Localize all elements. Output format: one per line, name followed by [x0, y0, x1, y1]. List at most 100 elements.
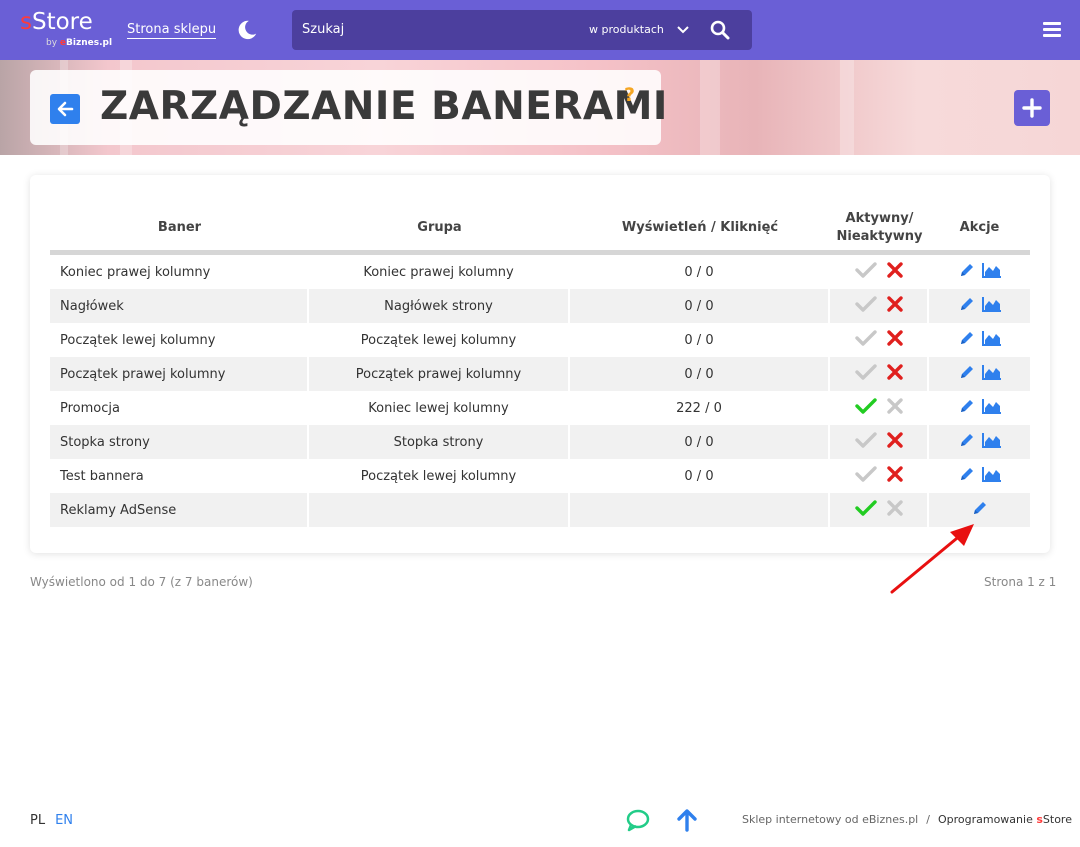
- pencil-icon[interactable]: [958, 295, 976, 313]
- annotation-arrow-icon: [890, 524, 974, 594]
- top-navbar: sStore by eBiznes.pl Strona sklepu Szuka…: [0, 0, 1080, 60]
- banner-actions-cell: [929, 357, 1030, 391]
- search-input[interactable]: Szukaj: [302, 22, 344, 37]
- table-row[interactable]: Początek prawej kolumny Początek prawej k…: [50, 357, 1030, 391]
- row-actions: [958, 295, 1002, 313]
- x-icon[interactable]: [886, 330, 903, 346]
- banner-group-cell: Początek lewej kolumny: [309, 459, 570, 493]
- x-icon[interactable]: [886, 364, 903, 380]
- table-row[interactable]: Promocja Koniec lewej kolumny 222 / 0: [50, 391, 1030, 425]
- banner-actions-cell: [929, 459, 1030, 493]
- banner-status-cell: [830, 357, 929, 391]
- row-actions: [958, 329, 1002, 347]
- table-row[interactable]: Koniec prawej kolumny Koniec prawej kolum…: [50, 255, 1030, 289]
- help-icon[interactable]: ?: [624, 84, 635, 106]
- pencil-icon[interactable]: [958, 261, 976, 279]
- banners-table: Baner Grupa Wyświetleń / Kliknięć Aktywn…: [50, 205, 1030, 527]
- x-icon[interactable]: [886, 398, 903, 414]
- x-icon[interactable]: [886, 466, 903, 482]
- status-toggle[interactable]: [854, 465, 903, 483]
- banner-group-cell: Stopka strony: [309, 425, 570, 459]
- pencil-icon[interactable]: [958, 329, 976, 347]
- pencil-icon[interactable]: [958, 431, 976, 449]
- check-icon[interactable]: [854, 465, 877, 483]
- search-scope-select[interactable]: w produktach: [589, 23, 664, 36]
- column-header-actions: Akcje: [929, 205, 1030, 255]
- row-actions: [971, 499, 989, 517]
- lang-en-link[interactable]: EN: [55, 813, 73, 828]
- status-toggle[interactable]: [854, 431, 903, 449]
- banner-name-cell: Koniec prawej kolumny: [50, 255, 309, 289]
- language-switcher: PL EN: [30, 813, 73, 828]
- table-body: Koniec prawej kolumny Koniec prawej kolum…: [50, 255, 1030, 527]
- x-icon[interactable]: [886, 262, 903, 278]
- table-row[interactable]: Stopka strony Stopka strony 0 / 0: [50, 425, 1030, 459]
- lang-pl-link[interactable]: PL: [30, 813, 45, 828]
- banner-stats-cell: 0 / 0: [570, 289, 830, 323]
- column-header-banner[interactable]: Baner: [50, 205, 309, 255]
- table-row[interactable]: Nagłówek Nagłówek strony 0 / 0: [50, 289, 1030, 323]
- pencil-icon[interactable]: [971, 499, 989, 517]
- table-row[interactable]: Początek lewej kolumny Początek lewej kol…: [50, 323, 1030, 357]
- title-card: ZARZĄDZANIE BANERAMI: [30, 70, 667, 145]
- banner-name-cell: Promocja: [50, 391, 309, 425]
- credit-ebiznes-link[interactable]: Sklep internetowy od eBiznes.pl: [742, 813, 918, 826]
- arrow-up-icon[interactable]: [675, 808, 699, 832]
- check-icon[interactable]: [854, 329, 877, 347]
- check-icon[interactable]: [854, 295, 877, 313]
- banner-actions-cell: [929, 425, 1030, 459]
- back-button[interactable]: [50, 94, 80, 124]
- x-icon[interactable]: [886, 296, 903, 312]
- banner-group-cell: Początek prawej kolumny: [309, 357, 570, 391]
- logo-store: Store: [31, 9, 93, 35]
- shop-frontend-link[interactable]: Strona sklepu: [127, 22, 217, 39]
- column-header-views-clicks[interactable]: Wyświetleń / Kliknięć: [570, 205, 830, 255]
- pencil-icon[interactable]: [958, 465, 976, 483]
- check-icon[interactable]: [854, 363, 877, 381]
- x-icon[interactable]: [886, 432, 903, 448]
- banner-status-cell: [830, 289, 929, 323]
- credit-sstore-link[interactable]: Oprogramowanie sStore: [938, 813, 1072, 826]
- status-toggle[interactable]: [854, 261, 903, 279]
- banners-card: Baner Grupa Wyświetleń / Kliknięć Aktywn…: [30, 175, 1050, 553]
- check-icon[interactable]: [854, 261, 877, 279]
- area-chart-icon[interactable]: [981, 398, 1002, 414]
- area-chart-icon[interactable]: [981, 432, 1002, 448]
- banner-status-cell: [830, 391, 929, 425]
- area-chart-icon[interactable]: [981, 466, 1002, 482]
- pencil-icon[interactable]: [958, 363, 976, 381]
- banner-status-cell: [830, 323, 929, 357]
- area-chart-icon[interactable]: [981, 296, 1002, 312]
- check-icon[interactable]: [854, 431, 877, 449]
- search-icon[interactable]: [710, 20, 730, 40]
- column-header-active[interactable]: Aktywny/Nieaktywny: [830, 205, 929, 255]
- hamburger-menu-icon[interactable]: [1043, 22, 1061, 38]
- status-toggle[interactable]: [854, 295, 903, 313]
- area-chart-icon[interactable]: [981, 330, 1002, 346]
- status-toggle[interactable]: [854, 499, 903, 517]
- check-icon[interactable]: [854, 397, 877, 415]
- status-toggle[interactable]: [854, 329, 903, 347]
- banner-group-cell: Początek lewej kolumny: [309, 323, 570, 357]
- logo-by: by: [46, 38, 58, 48]
- banner-name-cell: Reklamy AdSense: [50, 493, 309, 527]
- area-chart-icon[interactable]: [981, 262, 1002, 278]
- banner-group-cell: Koniec prawej kolumny: [309, 255, 570, 289]
- pencil-icon[interactable]: [958, 397, 976, 415]
- table-row[interactable]: Test bannera Początek lewej kolumny 0 / 0: [50, 459, 1030, 493]
- banner-stats-cell: [570, 493, 830, 527]
- chat-bubble-icon[interactable]: [625, 808, 651, 832]
- area-chart-icon[interactable]: [981, 364, 1002, 380]
- status-toggle[interactable]: [854, 363, 903, 381]
- footer-credits: Sklep internetowy od eBiznes.pl / Oprogram…: [742, 813, 1072, 826]
- arrow-left-icon: [57, 101, 74, 117]
- moon-icon[interactable]: [236, 19, 258, 41]
- banner-group-cell: Koniec lewej kolumny: [309, 391, 570, 425]
- status-toggle[interactable]: [854, 397, 903, 415]
- x-icon[interactable]: [886, 500, 903, 516]
- sstore-logo[interactable]: sStore by eBiznes.pl: [20, 8, 112, 48]
- add-banner-button[interactable]: [1014, 90, 1050, 126]
- chevron-down-icon[interactable]: [676, 23, 690, 37]
- check-icon[interactable]: [854, 499, 877, 517]
- column-header-group[interactable]: Grupa: [309, 205, 570, 255]
